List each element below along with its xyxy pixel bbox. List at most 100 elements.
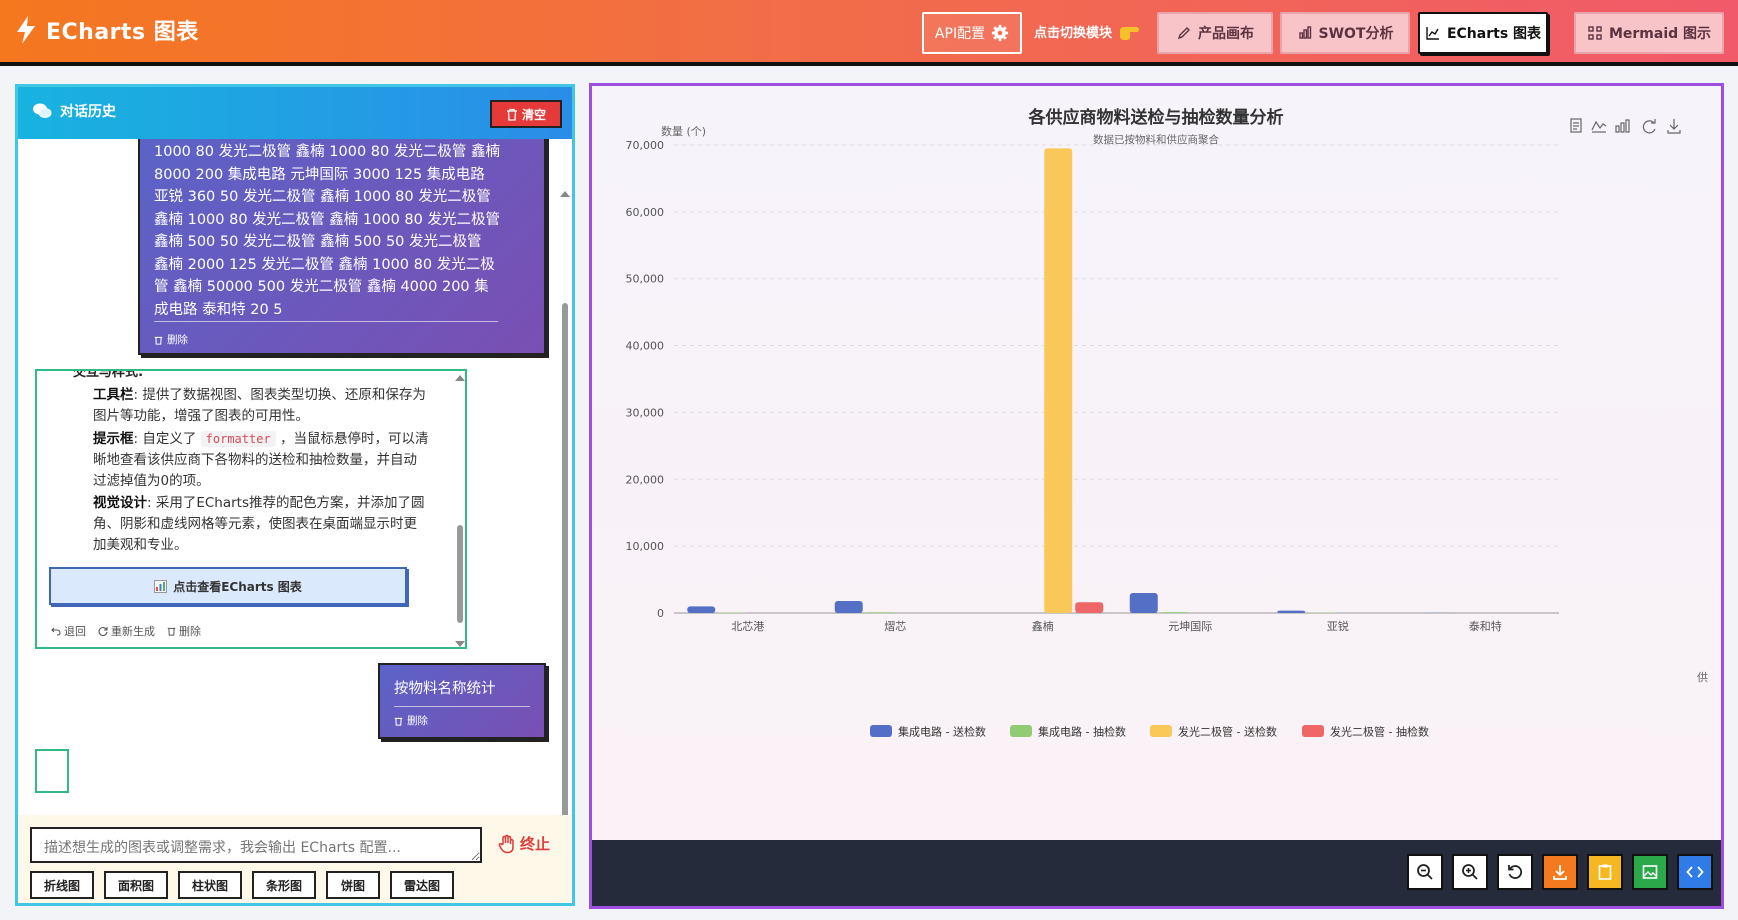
- chat-bubbles-icon: [33, 103, 52, 118]
- stop-label: 终止: [520, 835, 551, 853]
- clear-button[interactable]: 清空: [490, 100, 562, 128]
- legend-label[interactable]: 集成电路 - 抽检数: [1038, 725, 1126, 739]
- undo-icon: [51, 627, 61, 636]
- bar[interactable]: [1160, 612, 1189, 613]
- view-chart-button[interactable]: 点击查看ECharts 图表: [49, 567, 407, 605]
- delete-message-button[interactable]: 删除: [167, 623, 201, 639]
- y-tick-label: 40,000: [626, 340, 665, 353]
- bar[interactable]: [865, 612, 894, 613]
- legend-label[interactable]: 发光二极管 - 送检数: [1178, 725, 1277, 739]
- trash-icon: [394, 717, 403, 726]
- x-tick-label: 泰和特: [1469, 619, 1502, 633]
- legend-label[interactable]: 发光二极管 - 抽检数: [1330, 725, 1429, 739]
- copy-button[interactable]: [1587, 854, 1623, 890]
- message-line: 8000 200 集成电路 元坤国际 3000 125 集成电路: [154, 166, 485, 183]
- x-axis-label: 供: [1697, 670, 1708, 684]
- regenerate-button[interactable]: 重新生成: [98, 623, 155, 639]
- tab-swot[interactable]: SWOT分析: [1280, 12, 1410, 54]
- y-axis-label: 数量 (个): [661, 125, 706, 138]
- chart-title: 各供应商物料送检与抽检数量分析: [1028, 107, 1284, 128]
- save-image-button[interactable]: [1632, 854, 1668, 890]
- chat-history-title: 对话历史: [32, 101, 116, 121]
- chip-pie-chart[interactable]: 饼图: [326, 871, 380, 899]
- message-scrollbar[interactable]: [455, 375, 465, 647]
- bar[interactable]: [1075, 602, 1104, 613]
- legend-swatch[interactable]: [870, 725, 892, 737]
- legend-swatch[interactable]: [1010, 725, 1032, 737]
- message-actions: 退回 重新生成 删除: [51, 623, 201, 639]
- y-tick-label: 30,000: [626, 406, 665, 419]
- tab-label: SWOT分析: [1318, 26, 1394, 42]
- tab-product-canvas[interactable]: 产品画布: [1157, 12, 1273, 54]
- chip-radar-chart[interactable]: 雷达图: [390, 871, 454, 899]
- bar-type-icon[interactable]: [1615, 119, 1630, 133]
- switch-hint-label: 点击切换模块: [1034, 26, 1113, 41]
- bar[interactable]: [1129, 592, 1158, 613]
- reset-button[interactable]: [1497, 854, 1533, 890]
- chat-scrollbar[interactable]: [560, 191, 570, 815]
- chart-line-icon: [1426, 27, 1439, 40]
- api-config-button[interactable]: API配置: [922, 12, 1022, 54]
- user-message: 按物料名称统计 删除: [378, 663, 546, 739]
- message-text: 按物料名称统计: [394, 681, 496, 697]
- download-button[interactable]: [1542, 854, 1578, 890]
- tab-label: 产品画布: [1198, 26, 1254, 42]
- restore-icon[interactable]: [1642, 119, 1656, 134]
- tab-echarts[interactable]: ECharts 图表: [1418, 12, 1548, 54]
- bar-chart[interactable]: 各供应商物料送检与抽检数量分析 数据已按物料和供应商聚合 数量 (个) 供 0 1…: [592, 86, 1721, 840]
- chip-area-chart[interactable]: 面积图: [104, 871, 168, 899]
- legend-swatch[interactable]: [1302, 725, 1324, 737]
- chart-footer-toolbar: [592, 840, 1721, 906]
- paragraph-text: : 提供了数据视图、图表类型切换、还原和保存为图片等功能，增强了图表的可用性。: [93, 387, 426, 424]
- bar[interactable]: [718, 612, 747, 613]
- paragraph-text: : 自定义了: [133, 431, 201, 447]
- chip-bar-chart[interactable]: 条形图: [252, 871, 316, 899]
- bar[interactable]: [687, 606, 716, 613]
- diagram-icon: [1588, 26, 1602, 40]
- data-view-icon[interactable]: [1570, 118, 1582, 133]
- bar[interactable]: [1044, 148, 1073, 613]
- bold-term: 工具栏: [93, 387, 134, 403]
- reset-icon: [1508, 865, 1523, 879]
- chat-history-header: 对话历史 清空: [18, 87, 572, 139]
- legend-label[interactable]: 集成电路 - 送检数: [898, 725, 986, 739]
- y-tick-label: 10,000: [626, 540, 665, 553]
- undo-button[interactable]: 退回: [51, 623, 86, 639]
- prompt-input[interactable]: [30, 827, 482, 863]
- delete-message-button[interactable]: 删除: [154, 329, 188, 352]
- bar[interactable]: [834, 600, 863, 613]
- delete-label: 删除: [167, 334, 188, 346]
- tab-mermaid[interactable]: Mermaid 图示: [1574, 12, 1724, 54]
- x-tick-label: 鑫楠: [1032, 619, 1054, 633]
- trash-icon: [154, 337, 163, 345]
- save-image-icon[interactable]: [1667, 119, 1681, 134]
- paragraph-visual: 视觉设计: 采用了ECharts推荐的配色方案，并添加了圆角、阴影和虚线网格等元…: [93, 493, 429, 556]
- scroll-down-icon[interactable]: [455, 641, 465, 647]
- view-code-button[interactable]: [1677, 854, 1713, 890]
- stop-button[interactable]: 终止: [498, 833, 550, 854]
- input-area: 终止 折线图 面积图 柱状图 条形图 饼图 雷达图: [18, 815, 572, 903]
- bold-term: 提示框: [93, 431, 134, 447]
- scrollbar-thumb[interactable]: [457, 525, 463, 623]
- scrollbar-thumb[interactable]: [562, 303, 568, 815]
- delete-message-button[interactable]: 删除: [394, 713, 530, 728]
- message-divider: [154, 321, 498, 322]
- trash-icon: [167, 627, 176, 636]
- chip-line-chart[interactable]: 折线图: [30, 871, 94, 899]
- scroll-up-icon[interactable]: [560, 191, 570, 197]
- scroll-up-icon[interactable]: [455, 375, 465, 381]
- line-type-icon[interactable]: [1591, 120, 1607, 133]
- zoom-in-button[interactable]: [1452, 854, 1488, 890]
- chip-column-chart[interactable]: 柱状图: [178, 871, 242, 899]
- y-tick-label: 60,000: [626, 206, 665, 219]
- zoom-out-button[interactable]: [1407, 854, 1443, 890]
- y-tick-label: 0: [657, 607, 664, 620]
- chat-messages[interactable]: 1000 80 发光二极管 鑫楠 1000 80 发光二极管 鑫楠 8000 2…: [18, 139, 572, 815]
- bar[interactable]: [1277, 610, 1306, 613]
- top-bar: ECharts 图表 API配置 点击切换模块 产品画布 SWOT分析 ECha…: [0, 0, 1738, 66]
- message-line: 成电路 泰和特 20 5: [154, 301, 283, 318]
- clear-label: 清空: [521, 107, 546, 122]
- switch-module-hint: 点击切换模块: [1034, 22, 1140, 41]
- legend-swatch[interactable]: [1150, 725, 1172, 737]
- x-tick-label: 元坤国际: [1168, 619, 1212, 633]
